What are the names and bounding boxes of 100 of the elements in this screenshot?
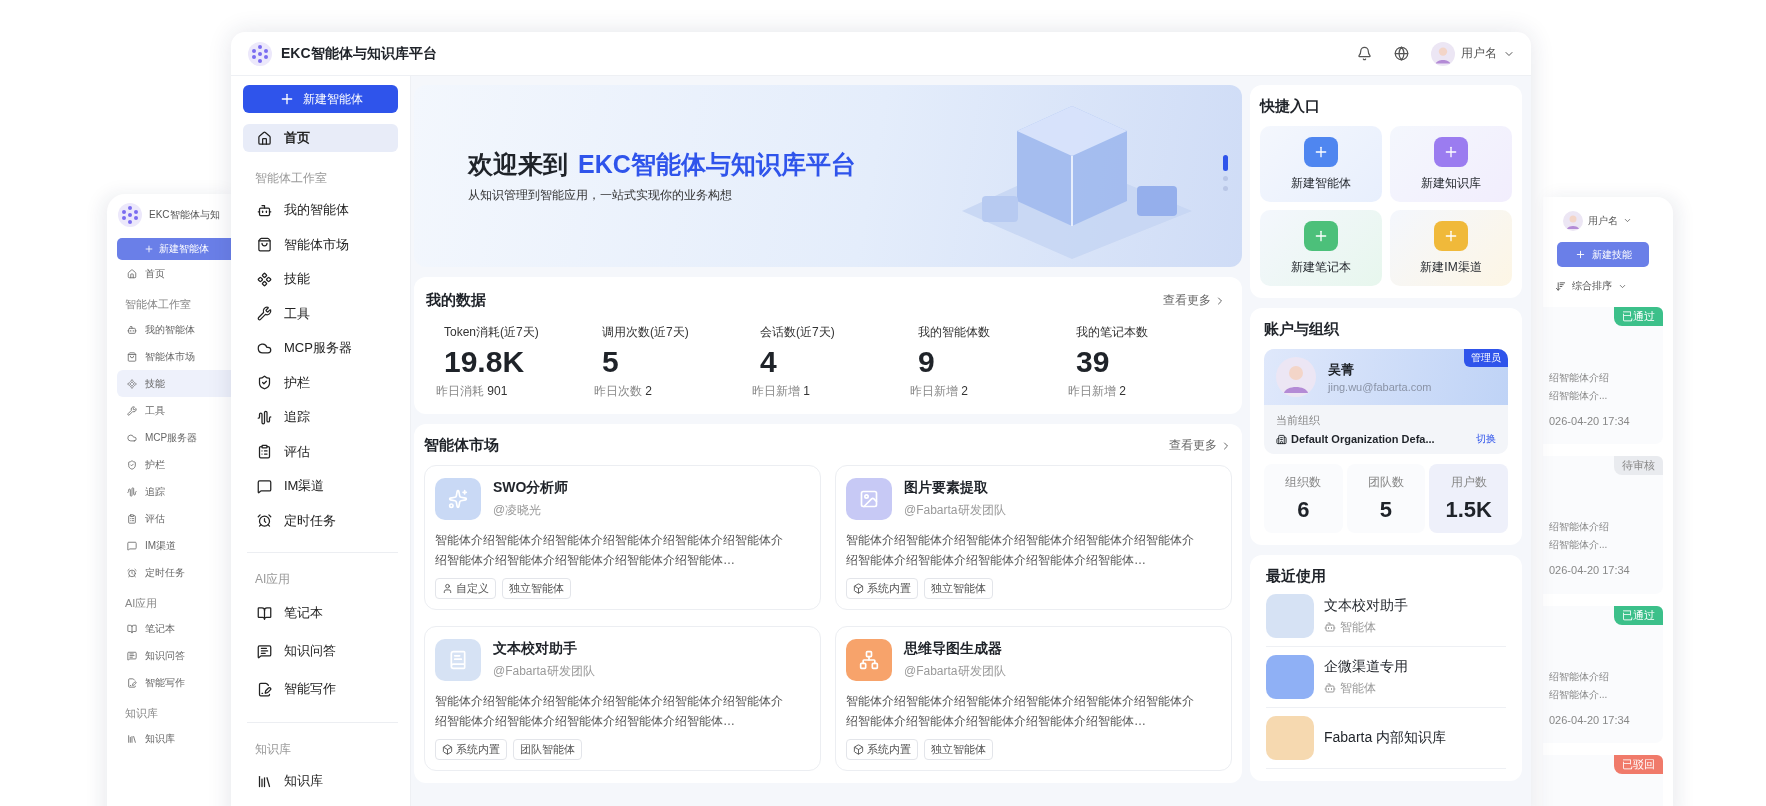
agent-name: 文本校对助手 (493, 640, 578, 658)
agent-author: @凌晓光 (493, 502, 543, 519)
nav-item[interactable]: 知识库 (117, 725, 235, 752)
stat-note: 昨日新增 2 (910, 384, 969, 398)
nav-item[interactable]: 定时任务 (117, 559, 235, 586)
stat-note: 昨日消耗 901 (436, 384, 508, 398)
tag: 独立智能体 (502, 578, 571, 599)
agent-card[interactable]: SWO分析师 @凌晓光 智能体介绍智能体介绍智能体介绍智能体介绍智能体介绍智能体介绍智能体介绍智能体介绍智能体介绍智能体介绍智能体… 自定义 独立智能体 (424, 465, 821, 610)
agent-description: 智能体介绍智能体介绍智能体介绍智能体介绍智能体介绍智能体介绍智能体介绍智能体介绍智能体介绍智能体介绍智能体… (846, 693, 1195, 730)
cube-icon (853, 583, 864, 594)
stat-label: 我的智能体数 (917, 325, 990, 339)
bot-icon (257, 202, 272, 218)
recent-item-name[interactable]: Fabarta 内部知识库 (1324, 729, 1447, 747)
nav-item[interactable]: 首页 (243, 124, 398, 152)
bell-icon[interactable] (1357, 46, 1372, 61)
switch-link[interactable]: 切换 (1476, 432, 1496, 446)
agent-author: @Fabarta研发团队 (493, 663, 595, 680)
user-name: 吴菁 (1328, 361, 1355, 379)
nav-item[interactable]: 智能写作 (117, 669, 235, 696)
new-skill-button[interactable]: 新建技能 (1557, 242, 1649, 268)
agent-name: SWO分析师 (493, 479, 569, 497)
view-more-link[interactable]: 查看更多 (1169, 437, 1232, 454)
nav-item[interactable]: 技能 (243, 262, 398, 297)
item-type: 智能体 (1340, 679, 1376, 697)
agent-card[interactable]: 图片要素提取 @Fabarta研发团队 智能体介绍智能体介绍智能体介绍智能体介绍智能体介绍智能体介绍智能体介绍智能体介绍智能体介绍智能体介绍智能体… 系统内置 独立智能体 (835, 465, 1232, 610)
agent-name: 图片要素提取 (904, 479, 989, 497)
globe-icon[interactable] (1394, 46, 1409, 61)
bag-icon (127, 351, 137, 362)
nav-item[interactable]: 首页 (117, 260, 235, 287)
nav-item[interactable]: 我的智能体 (243, 193, 398, 228)
stat-label: 团队数 (1368, 474, 1404, 491)
agent-author: @Fabarta研发团队 (904, 663, 1006, 680)
stat-note: 昨日新增 1 (752, 384, 811, 398)
nav-item[interactable]: 智能写作 (243, 670, 398, 708)
nav-item[interactable]: 智能体市场 (243, 227, 398, 262)
new-agent-button[interactable]: 新建智能体 (243, 85, 398, 113)
stat-label: 调用次数(近7天) (601, 325, 689, 339)
org-label: 当前组织 (1276, 413, 1321, 428)
user-name[interactable]: 用户名 (1461, 45, 1497, 62)
quick-entry-tile[interactable]: 新建IM渠道 (1390, 210, 1512, 286)
nav-item[interactable]: MCP服务器 (243, 331, 398, 366)
cube-icon (442, 744, 453, 755)
library-icon (127, 733, 137, 744)
section-heading: AI应用 (255, 571, 292, 588)
nav-item[interactable]: 工具 (243, 296, 398, 331)
nav-item[interactable]: 评估 (243, 434, 398, 469)
section-heading: 智能体工作室 (125, 297, 192, 312)
nav-item[interactable]: 追踪 (243, 400, 398, 435)
quick-entry-tile[interactable]: 新建智能体 (1260, 126, 1382, 202)
nav-item[interactable]: 笔记本 (117, 615, 235, 642)
component-icon (127, 378, 137, 389)
stat-value: 6 (1297, 497, 1310, 523)
card-title: 账户与组织 (1264, 320, 1339, 337)
carousel-dot[interactable] (1223, 176, 1228, 181)
building-icon (1276, 433, 1287, 445)
recent-item-name[interactable]: 企微渠道专用 (1324, 657, 1408, 676)
app-title: EKC智能体与知识库平台 (281, 44, 437, 63)
clipboard-icon (257, 444, 272, 460)
avatar-icon (1563, 210, 1583, 231)
nav-item[interactable]: 知识问答 (243, 632, 398, 670)
nav-item[interactable]: 知识问答 (117, 642, 235, 669)
nav-item[interactable]: IM渠道 (117, 532, 235, 559)
stat-note: 昨日新增 2 (1068, 384, 1127, 398)
cloud-icon (127, 432, 137, 443)
status-badge: 已驳回 (1614, 754, 1663, 774)
carousel-dot[interactable] (1223, 186, 1228, 191)
wrench-icon (257, 306, 272, 322)
user-icon (442, 583, 453, 594)
nav-item[interactable]: 知识库 (243, 764, 398, 799)
nav-item[interactable]: 我的智能体 (117, 316, 235, 343)
nav-item[interactable]: IM渠道 (243, 469, 398, 504)
tag: 系统内置 (846, 739, 918, 760)
org-name: Default Organization Defa... (1291, 433, 1435, 445)
recent-item-name[interactable]: 文本校对助手 (1324, 596, 1408, 615)
nav-item[interactable]: 定时任务 (243, 503, 398, 538)
agent-card[interactable]: 思维导图生成器 @Fabarta研发团队 智能体介绍智能体介绍智能体介绍智能体介绍智能体介绍智能体介绍智能体介绍智能体介绍智能体介绍智能体介绍智能体… 系统内置 独立智能体 (835, 626, 1232, 771)
quick-entry-tile[interactable]: 新建知识库 (1390, 126, 1512, 202)
clipboard-icon (127, 513, 137, 524)
nav-item[interactable]: 护栏 (243, 365, 398, 400)
nav-item[interactable]: MCP服务器 (117, 424, 235, 451)
pen-file-icon (127, 677, 137, 688)
nav-item[interactable]: 追踪 (117, 478, 235, 505)
nav-item[interactable]: 评估 (117, 505, 235, 532)
waveform-icon (257, 409, 272, 425)
agent-card[interactable]: 文本校对助手 @Fabarta研发团队 智能体介绍智能体介绍智能体介绍智能体介绍智能体介绍智能体介绍智能体介绍智能体介绍智能体介绍智能体介绍智能体… 系统内置 团队智能体 (424, 626, 821, 771)
card-title: 智能体市场 (424, 436, 499, 455)
status-badge: 已通过 (1614, 605, 1663, 625)
stat-value: 5 (602, 345, 620, 379)
sort-dropdown[interactable]: 综合排序 (1572, 279, 1612, 294)
view-more-link[interactable]: 查看更多 (1163, 292, 1226, 309)
quick-entry-tile[interactable]: 新建笔记本 (1260, 210, 1382, 286)
shield-icon (127, 459, 137, 470)
avatar-icon (1431, 41, 1455, 66)
nav-item[interactable]: 笔记本 (243, 594, 398, 632)
stat-value: 19.8K (444, 345, 526, 379)
nav-item[interactable]: 工具 (117, 397, 235, 424)
tag: 系统内置 (435, 739, 507, 760)
nav-item[interactable]: 智能体市场 (117, 343, 235, 370)
section-heading: 知识库 (255, 741, 292, 758)
nav-item[interactable]: 护栏 (117, 451, 235, 478)
